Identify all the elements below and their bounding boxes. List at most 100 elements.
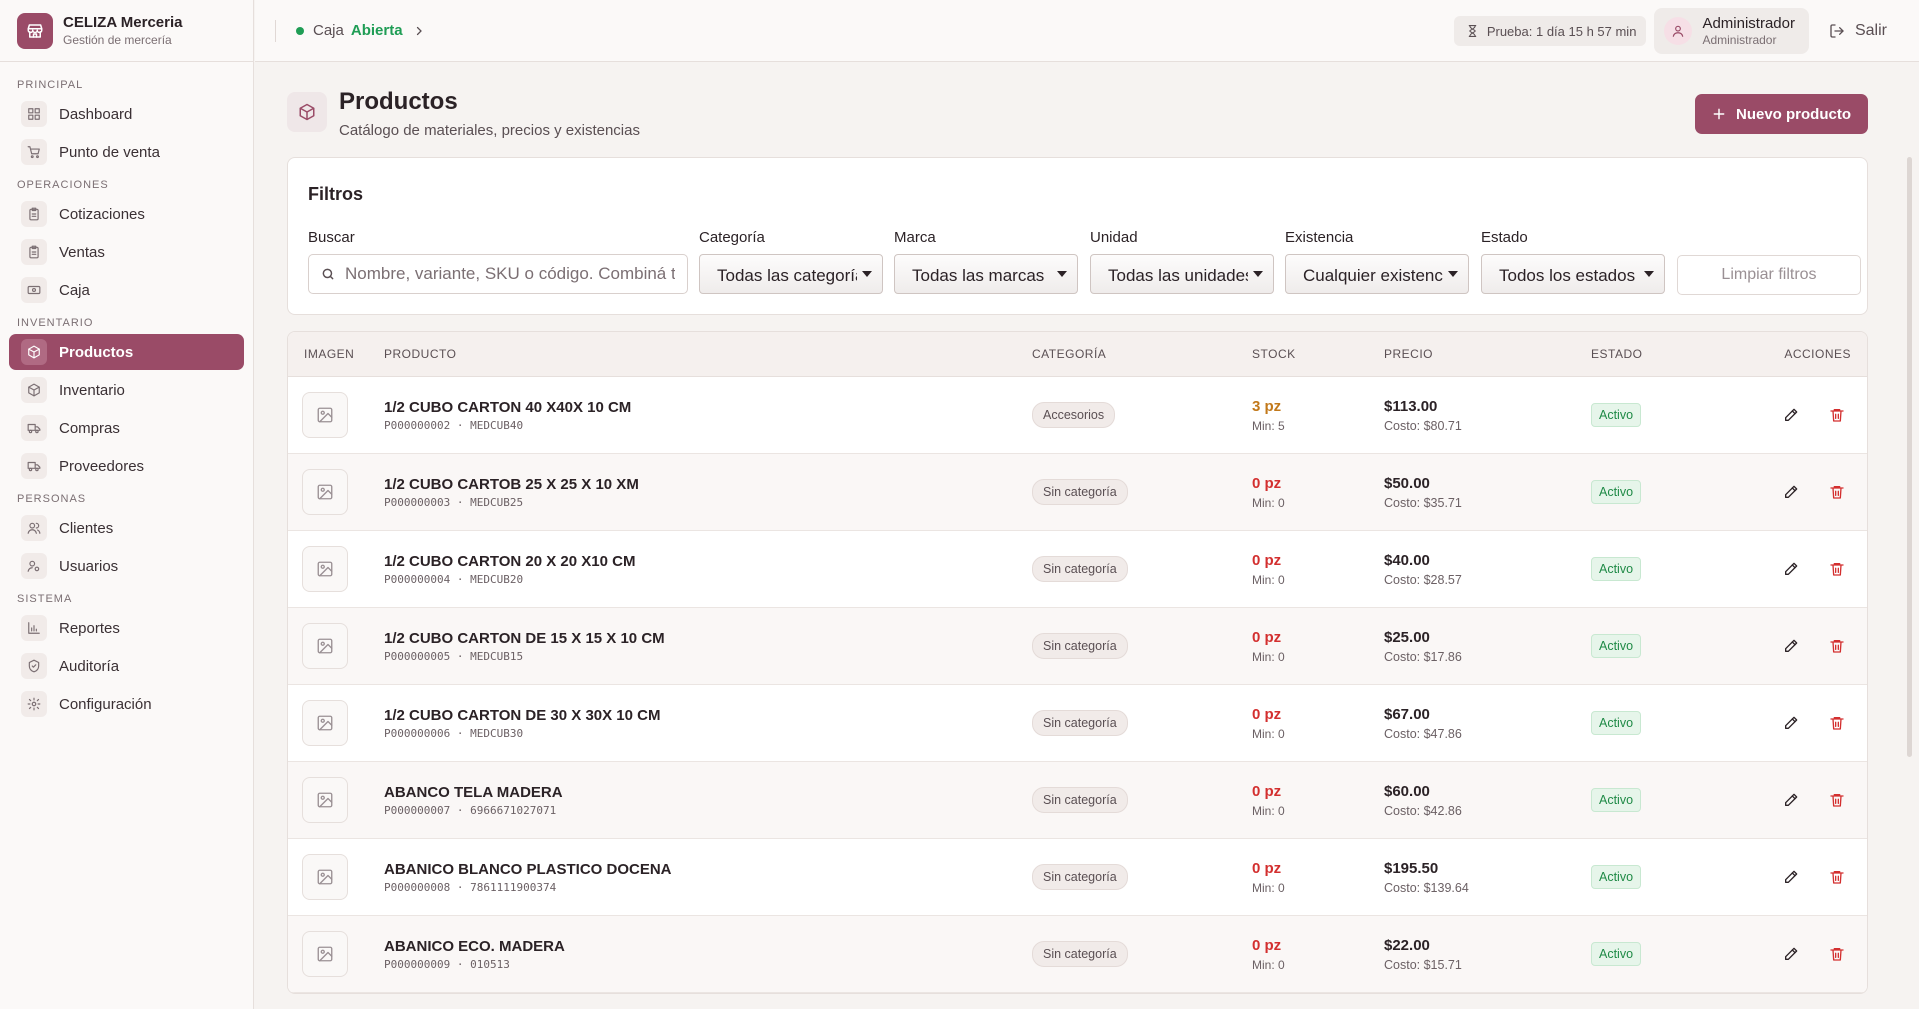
status-badge: Activo: [1591, 403, 1642, 427]
sidebar-item-label: Configuración: [59, 695, 152, 713]
search-filter: Buscar: [308, 229, 688, 294]
plus-icon: [1712, 107, 1736, 121]
edit-button[interactable]: [1777, 555, 1805, 583]
sidebar-item-compras[interactable]: Compras: [9, 410, 244, 446]
caja-status[interactable]: Caja Abierta: [275, 19, 425, 42]
product-name: ABANCO TELA MADERA: [384, 783, 563, 801]
categoria-select[interactable]: Todas las categorías: [699, 254, 883, 294]
nav-section-title: OPERACIONES: [17, 179, 109, 191]
price-value: $50.00: [1384, 474, 1430, 492]
caja-label: Caja: [313, 22, 344, 39]
image-placeholder-icon: [302, 469, 348, 515]
sidebar-item-clientes[interactable]: Clientes: [9, 510, 244, 546]
scrollbar[interactable]: [1907, 157, 1912, 757]
stock-cell: 3 pz Min: 5: [1252, 398, 1384, 433]
stock-cell: 0 pz Min: 0: [1252, 629, 1384, 664]
price-value: $25.00: [1384, 628, 1430, 646]
nav-section-title: SISTEMA: [17, 593, 73, 605]
delete-button[interactable]: [1823, 940, 1851, 968]
sidebar-item-productos[interactable]: Productos: [9, 334, 244, 370]
edit-button[interactable]: [1777, 632, 1805, 660]
main-content: Productos Catálogo de materiales, precio…: [287, 62, 1881, 994]
sidebar-item-label: Ventas: [59, 243, 105, 261]
sidebar-item-ventas[interactable]: Ventas: [9, 234, 244, 270]
search-input[interactable]: [345, 264, 675, 284]
stock-value: 0 pz: [1252, 705, 1282, 723]
stock-cell: 0 pz Min: 0: [1252, 783, 1384, 818]
unidad-filter: Unidad Todas las unidades: [1090, 229, 1274, 294]
categoria-label: Categoría: [699, 229, 765, 246]
user-role: Administrador: [1702, 33, 1777, 47]
user-key-icon: [21, 553, 47, 579]
sidebar-item-reportes[interactable]: Reportes: [9, 610, 244, 646]
clipboard-icon: [21, 201, 47, 227]
sidebar-item-inventario[interactable]: Inventario: [9, 372, 244, 408]
table-row[interactable]: 1/2 CUBO CARTOB 25 X 25 X 10 XM P0000000…: [288, 454, 1867, 531]
state-cell: Activo: [1591, 711, 1755, 735]
marca-select[interactable]: Todas las marcas: [894, 254, 1078, 294]
table-row[interactable]: 1/2 CUBO CARTON DE 15 X 15 X 10 CM P0000…: [288, 608, 1867, 685]
price-cost: Costo: $15.71: [1384, 957, 1462, 972]
state-cell: Activo: [1591, 634, 1755, 658]
sidebar-item-label: Caja: [59, 281, 90, 299]
delete-button[interactable]: [1823, 632, 1851, 660]
sidebar-item-label: Cotizaciones: [59, 205, 145, 223]
stock-min: Min: 0: [1252, 880, 1285, 895]
table-row[interactable]: 1/2 CUBO CARTON 20 X 20 X10 CM P00000000…: [288, 531, 1867, 608]
status-badge: Activo: [1591, 865, 1642, 889]
table-row[interactable]: 1/2 CUBO CARTON DE 30 X 30X 10 CM P00000…: [288, 685, 1867, 762]
table-row[interactable]: 1/2 CUBO CARTON 40 X40X 10 CM P000000002…: [288, 377, 1867, 454]
existencia-select[interactable]: Cualquier existencia: [1285, 254, 1469, 294]
page-header: Productos Catálogo de materiales, precio…: [287, 62, 1881, 157]
edit-button[interactable]: [1777, 863, 1805, 891]
sidebar-item-configuracion[interactable]: Configuración: [9, 686, 244, 722]
actions-cell: [1755, 478, 1867, 506]
user-name: Administrador: [1702, 15, 1795, 32]
image-cell: [288, 469, 384, 515]
delete-button[interactable]: [1823, 709, 1851, 737]
clear-filters-button[interactable]: Limpiar filtros: [1677, 255, 1861, 295]
table-row[interactable]: ABANCO TELA MADERA P000000007 · 69666710…: [288, 762, 1867, 839]
price-cost: Costo: $35.71: [1384, 495, 1462, 510]
edit-button[interactable]: [1777, 786, 1805, 814]
unidad-select[interactable]: Todas las unidades: [1090, 254, 1274, 294]
estado-select[interactable]: Todos los estados: [1481, 254, 1665, 294]
edit-button[interactable]: [1777, 478, 1805, 506]
delete-button[interactable]: [1823, 555, 1851, 583]
delete-button[interactable]: [1823, 478, 1851, 506]
delete-button[interactable]: [1823, 401, 1851, 429]
stock-cell: 0 pz Min: 0: [1252, 860, 1384, 895]
sidebar-item-punto-de-venta[interactable]: Punto de venta: [9, 134, 244, 170]
product-cell: 1/2 CUBO CARTON DE 30 X 30X 10 CM P00000…: [384, 707, 1032, 740]
new-product-button[interactable]: Nuevo producto: [1695, 94, 1868, 134]
table-row[interactable]: ABANICO BLANCO PLASTICO DOCENA P00000000…: [288, 839, 1867, 916]
sidebar-item-cotizaciones[interactable]: Cotizaciones: [9, 196, 244, 232]
sidebar-item-auditoria[interactable]: Auditoría: [9, 648, 244, 684]
edit-button[interactable]: [1777, 940, 1805, 968]
trial-text: Prueba: 1 día 15 h 57 min: [1486, 23, 1637, 39]
sidebar-item-dashboard[interactable]: Dashboard: [9, 96, 244, 132]
unidad-value: Todas las unidades: [1108, 266, 1248, 285]
price-cell: $50.00 Costo: $35.71: [1384, 475, 1591, 510]
edit-button[interactable]: [1777, 401, 1805, 429]
price-value: $113.00: [1384, 397, 1438, 415]
price-value: $67.00: [1384, 705, 1430, 723]
stock-min: Min: 0: [1252, 957, 1285, 972]
pencil-icon: [1783, 638, 1799, 654]
user-menu[interactable]: Administrador Administrador: [1654, 8, 1809, 54]
category-badge: Sin categoría: [1032, 633, 1128, 659]
actions-cell: [1755, 786, 1867, 814]
sidebar-item-usuarios[interactable]: Usuarios: [9, 548, 244, 584]
caret-down-icon: [1644, 271, 1654, 277]
package-icon: [21, 339, 47, 365]
sidebar-item-caja[interactable]: Caja: [9, 272, 244, 308]
product-code: P000000004 · MEDCUB20: [384, 572, 524, 586]
sidebar-item-proveedores[interactable]: Proveedores: [9, 448, 244, 484]
delete-button[interactable]: [1823, 863, 1851, 891]
table-row[interactable]: ABANICO ECO. MADERA P000000009 · 010513 …: [288, 916, 1867, 993]
stock-min: Min: 5: [1252, 418, 1285, 433]
delete-button[interactable]: [1823, 786, 1851, 814]
column-header-acciones: ACCIONES: [1784, 347, 1851, 361]
logout-button[interactable]: Salir: [1829, 22, 1887, 40]
edit-button[interactable]: [1777, 709, 1805, 737]
